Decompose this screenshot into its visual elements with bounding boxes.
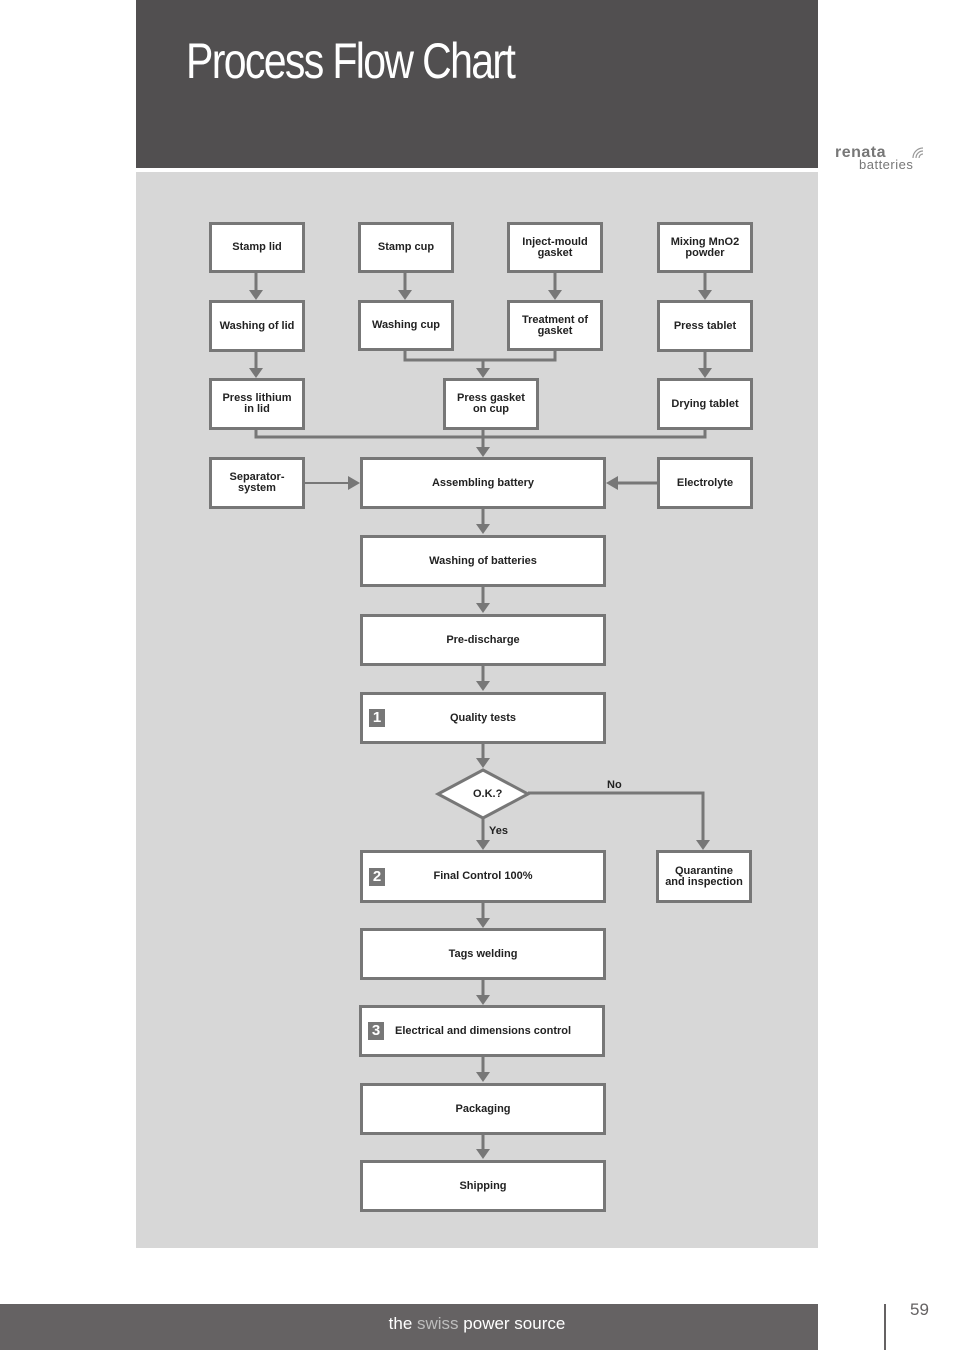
arrowhead <box>698 368 712 378</box>
node-separator: Separator- system <box>209 457 305 509</box>
edge-decision-no <box>528 791 705 840</box>
arrowhead <box>348 476 360 490</box>
arrowhead <box>548 290 562 300</box>
edge-label-yes: Yes <box>489 825 508 837</box>
node-stamp-lid: Stamp lid <box>209 222 305 273</box>
node-electrical-control: 3 Electrical and dimensions control <box>359 1005 605 1057</box>
node-final-control: 2 Final Control 100% <box>360 850 606 903</box>
arrowhead <box>476 918 490 928</box>
node-packaging: Packaging <box>360 1083 606 1135</box>
node-press-tablet: Press tablet <box>657 300 753 352</box>
node-press-lithium: Press lithium in lid <box>209 378 305 430</box>
node-quarantine: Quarantine and inspection <box>656 850 752 903</box>
node-tags-welding: Tags welding <box>360 928 606 980</box>
node-inject-mould-gasket: Inject-mould gasket <box>507 222 603 273</box>
arrowhead <box>476 1149 490 1159</box>
arrowhead <box>696 840 710 850</box>
arrowhead <box>476 524 490 534</box>
arrowhead <box>249 290 263 300</box>
node-washing-cup: Washing cup <box>358 300 454 351</box>
node-shipping: Shipping <box>360 1160 606 1212</box>
edge-row3-merge <box>254 429 707 439</box>
arrowhead <box>249 368 263 378</box>
arrowhead <box>476 1072 490 1082</box>
decision-label: O.K.? <box>473 788 503 800</box>
connectors <box>249 272 712 1159</box>
node-assembling: Assembling battery <box>360 457 606 509</box>
node-washing-batteries: Washing of batteries <box>360 535 606 587</box>
arrowhead <box>476 758 490 768</box>
step-badge: 3 <box>368 1022 384 1040</box>
edge-cup-gasket-merge <box>403 350 557 362</box>
arrowhead <box>476 447 490 457</box>
arrowhead <box>476 840 490 850</box>
node-washing-lid: Washing of lid <box>209 300 305 352</box>
page-number-divider <box>884 1304 886 1350</box>
node-quality-tests: 1 Quality tests <box>360 692 606 744</box>
node-stamp-cup: Stamp cup <box>358 222 454 273</box>
arrowhead <box>476 603 490 613</box>
node-electrolyte: Electrolyte <box>657 457 753 509</box>
arrowhead <box>476 995 490 1005</box>
arrowhead <box>476 681 490 691</box>
arrowhead <box>698 290 712 300</box>
footer-tagline: the swiss power source <box>388 1314 566 1333</box>
node-pre-discharge: Pre-discharge <box>360 614 606 666</box>
node-press-gasket: Press gasket on cup <box>443 378 539 430</box>
node-mixing-mno2: Mixing MnO2 powder <box>657 222 753 273</box>
arrowhead <box>398 290 412 300</box>
arrowhead <box>476 368 490 378</box>
step-badge: 1 <box>369 709 385 727</box>
step-badge: 2 <box>369 867 385 886</box>
edge-label-no: No <box>607 779 622 791</box>
node-treatment-gasket: Treatment of gasket <box>507 300 603 351</box>
page-number: 59 <box>910 1300 929 1319</box>
arrowhead <box>606 476 618 490</box>
node-drying-tablet: Drying tablet <box>657 378 753 430</box>
